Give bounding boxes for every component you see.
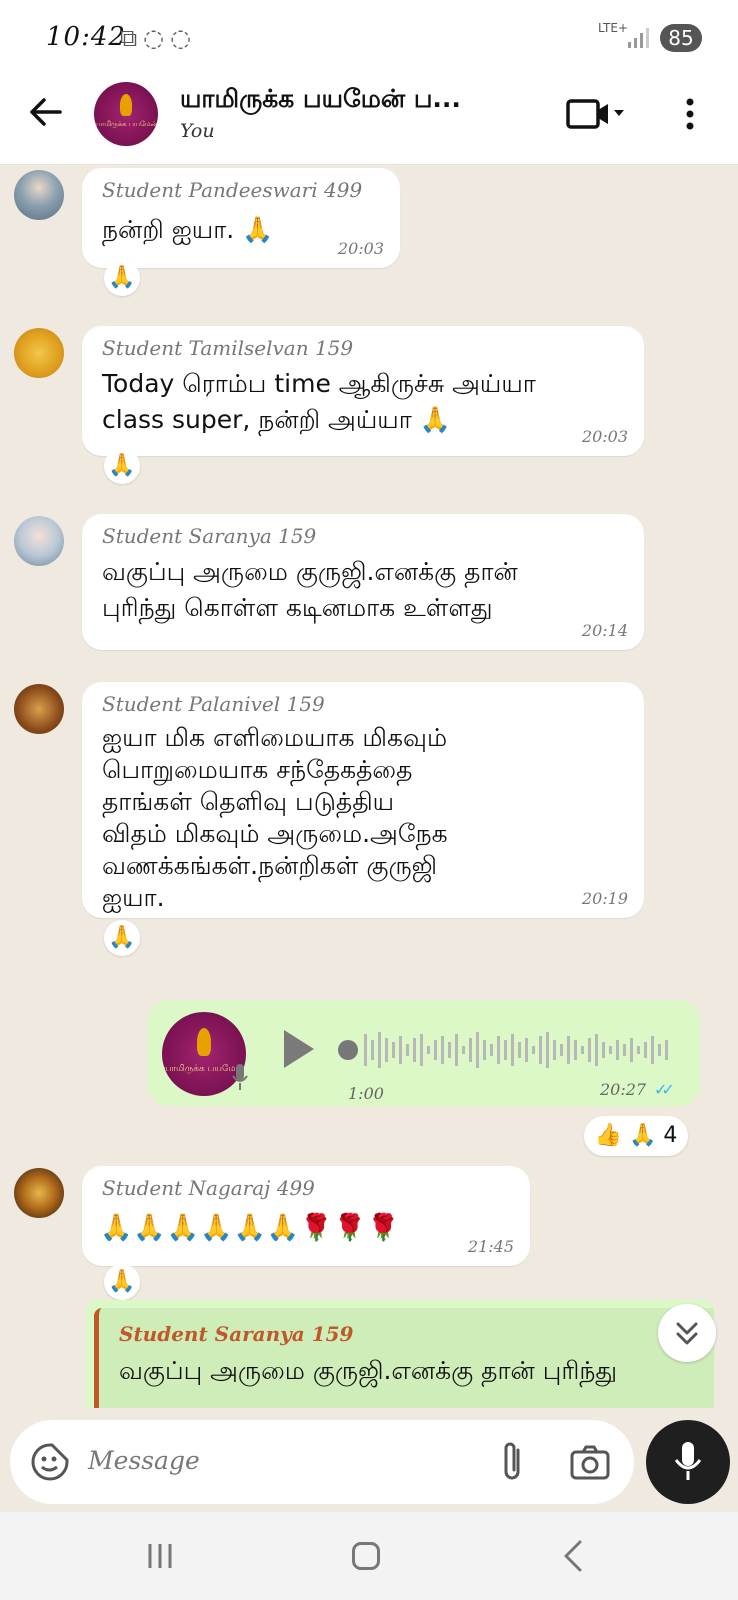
camera-icon[interactable] — [570, 1444, 610, 1480]
message-bubble[interactable]: Student Tamilselvan 159 Today ரொம்ப time… — [82, 326, 644, 456]
message-bubble[interactable]: Student Saranya 159 வகுப்பு அருமை குருஜி… — [82, 514, 644, 650]
avatar[interactable] — [14, 328, 64, 378]
message-line: Today ரொம்ப time ஆகிருச்சு அய்யா — [102, 369, 536, 398]
avatar[interactable] — [14, 684, 64, 734]
message-bubble[interactable]: Student Nagaraj 499 🙏🙏🙏🙏🙏🙏🌹🌹🌹 21:45 — [82, 1166, 530, 1266]
status-time: 10:42 — [46, 22, 126, 52]
back-arrow-icon[interactable] — [24, 90, 68, 134]
mic-badge-icon — [232, 1064, 248, 1090]
microphone-icon — [674, 1442, 702, 1480]
scroll-to-bottom-button[interactable] — [658, 1304, 716, 1362]
message-input[interactable]: Message — [88, 1446, 200, 1475]
message-line: பொறுமையாக சந்தேகத்தை — [102, 755, 413, 784]
lamp-icon — [120, 94, 132, 116]
message-line: வகுப்பு அருமை குருஜி.எனக்கு தான் — [102, 557, 518, 586]
sender-name: Student Tamilselvan 159 — [102, 336, 354, 360]
message-text: 🙏🙏🙏🙏🙏🙏🌹🌹🌹 — [100, 1213, 401, 1243]
quoted-sender: Student Saranya 159 — [119, 1322, 354, 1346]
network-type: LTE+ — [598, 21, 628, 35]
message-bubble[interactable]: Student Pandeeswari 499 நன்றி ஐயா. 🙏 20:… — [82, 168, 400, 268]
voice-message-bubble[interactable]: யாமிருக்க பயமேன் 1:00 20:27 ✓✓ — [148, 1000, 700, 1106]
reaction-badge[interactable]: 👍 🙏 4 — [584, 1116, 688, 1156]
voice-duration: 1:00 — [348, 1084, 384, 1103]
play-icon[interactable] — [284, 1030, 314, 1068]
message-line: தாங்கள் தெளிவு படுத்திய — [102, 787, 395, 816]
signal-icon — [628, 28, 649, 48]
notification-icons: ⧉◌◌ — [120, 24, 198, 52]
quoted-message[interactable]: Student Saranya 159 வகுப்பு அருமை குருஜி… — [94, 1308, 714, 1408]
message-composer[interactable]: Message — [10, 1420, 634, 1504]
message-time: 20:03 — [581, 427, 628, 446]
chat-header: யாமிருக்க பயமேன் யாமிருக்க பயமேன் ப... Y… — [0, 72, 738, 165]
group-subtitle[interactable]: You — [180, 120, 215, 142]
lamp-icon — [197, 1028, 211, 1056]
sender-name: Student Nagaraj 499 — [102, 1176, 315, 1200]
paperclip-icon[interactable] — [498, 1440, 528, 1484]
message-time: 20:27 — [600, 1080, 647, 1099]
double-chevron-down-icon — [676, 1322, 698, 1345]
reaction-badge[interactable]: 🙏 — [104, 920, 140, 956]
reply-message-bubble[interactable]: Student Saranya 159 வகுப்பு அருமை குருஜி… — [86, 1300, 714, 1408]
sticker-emoji-icon[interactable] — [30, 1442, 70, 1482]
reaction-badge[interactable]: 🙏 — [104, 1264, 140, 1300]
read-ticks-icon: ✓✓ — [654, 1080, 675, 1099]
quoted-text: வகுப்பு அருமை குருஜி.எனக்கு தான் புரிந்த… — [119, 1356, 618, 1385]
voice-record-button[interactable] — [646, 1420, 730, 1504]
message-time: 20:19 — [581, 889, 628, 908]
avatar[interactable] — [14, 516, 64, 566]
message-line: class super, நன்றி அய்யா 🙏 — [102, 405, 451, 434]
recent-apps-icon[interactable] — [146, 1542, 174, 1570]
avatar[interactable] — [14, 170, 64, 220]
message-text: நன்றி ஐயா. 🙏 — [102, 215, 274, 244]
message-line: ஐயா மிக எளிமையாக மிகவும் — [102, 723, 448, 752]
reaction-badge[interactable]: 🙏 — [104, 448, 140, 484]
reaction-badge[interactable]: 🙏 — [104, 260, 140, 296]
chat-messages[interactable]: Student Pandeeswari 499 நன்றி ஐயா. 🙏 20:… — [0, 164, 738, 1408]
message-time: 20:03 — [337, 239, 384, 258]
sender-name: Student Pandeeswari 499 — [102, 178, 363, 202]
avatar-text: யாமிருக்க பயமேன் — [94, 120, 158, 128]
home-icon[interactable] — [352, 1542, 380, 1570]
message-line: புரிந்து கொள்ள கடினமாக உள்ளது — [102, 593, 493, 622]
message-time: 21:45 — [467, 1237, 514, 1256]
message-line: வணக்கங்கள்.நன்றிகள் குருஜி — [102, 851, 438, 880]
system-navigation-bar — [0, 1512, 738, 1600]
battery-indicator: 85 — [660, 24, 702, 52]
message-line: ஐயா. — [102, 883, 165, 912]
message-time: 20:14 — [581, 621, 628, 640]
sender-name: Student Palanivel 159 — [102, 692, 325, 716]
more-options-icon[interactable] — [684, 96, 696, 132]
group-title[interactable]: யாமிருக்க பயமேன் ப... — [180, 84, 461, 117]
audio-waveform[interactable] — [336, 1028, 676, 1072]
back-nav-icon[interactable] — [562, 1540, 584, 1572]
group-avatar[interactable]: யாமிருக்க பயமேன் — [94, 82, 158, 146]
status-bar: 10:42 ⧉◌◌ LTE+ 85 — [0, 0, 738, 72]
avatar[interactable] — [14, 1168, 64, 1218]
video-call-icon[interactable] — [566, 98, 626, 130]
message-bubble[interactable]: Student Palanivel 159 ஐயா மிக எளிமையாக ம… — [82, 682, 644, 918]
message-line: விதம் மிகவும் அருமை.அநேக — [102, 819, 448, 848]
sender-name: Student Saranya 159 — [102, 524, 317, 548]
